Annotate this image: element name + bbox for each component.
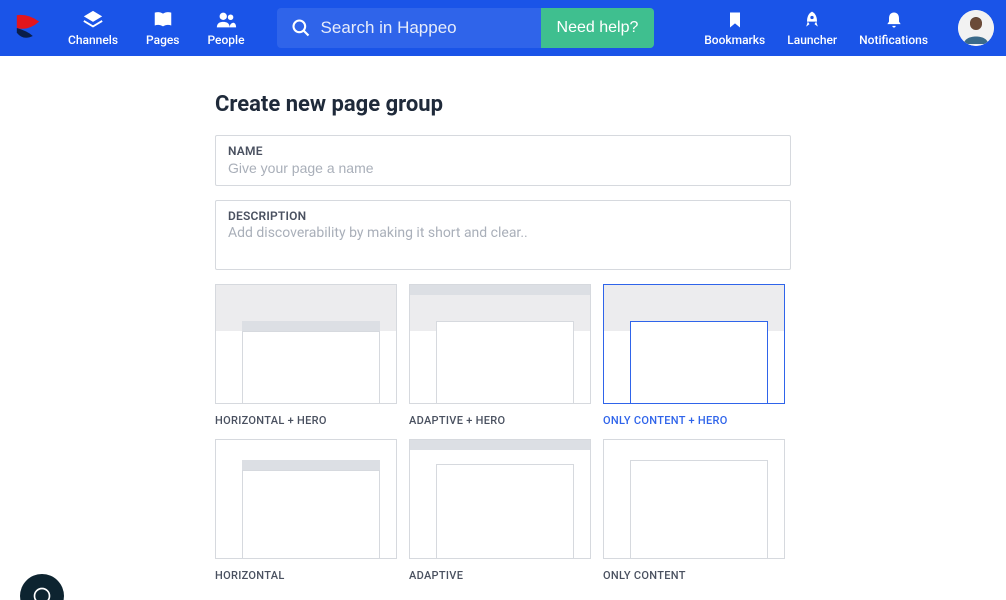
description-field-wrapper[interactable]: DESCRIPTION [215,200,791,270]
nav-label: Launcher [787,33,837,47]
people-icon [215,9,237,31]
template-preview [603,439,785,559]
template-label: HORIZONTAL + HERO [215,414,397,427]
template-horizontal[interactable]: HORIZONTAL [215,439,397,582]
template-label: ADAPTIVE + HERO [409,414,591,427]
nav-label: Channels [68,33,118,47]
nav-label: Pages [146,33,179,47]
nav-label: Bookmarks [704,33,765,47]
bell-icon [883,9,905,31]
nav-bookmarks[interactable]: Bookmarks [704,9,765,47]
help-button[interactable]: Need help? [541,8,655,48]
rocket-icon [801,9,823,31]
template-preview [409,284,591,404]
book-icon [152,9,174,31]
nav-label: People [207,33,244,47]
template-preview [215,284,397,404]
template-only-content-hero[interactable]: ONLY CONTENT + HERO [603,284,785,427]
search-icon [291,18,311,38]
secondary-nav: Bookmarks Launcher Notifications [704,9,994,47]
template-only-content[interactable]: ONLY CONTENT [603,439,785,582]
user-avatar[interactable] [958,10,994,46]
template-label: ADAPTIVE [409,569,591,582]
template-preview [215,439,397,559]
template-preview [409,439,591,559]
topbar: Channels Pages People Need help? Bookmar… [0,0,1006,56]
template-label: ONLY CONTENT + HERO [603,414,785,427]
template-horizontal-hero[interactable]: HORIZONTAL + HERO [215,284,397,427]
search-input[interactable] [311,18,541,38]
nav-channels[interactable]: Channels [68,9,118,47]
name-input[interactable] [228,158,778,176]
description-label: DESCRIPTION [228,209,778,223]
nav-notifications[interactable]: Notifications [859,9,928,47]
template-label: HORIZONTAL [215,569,397,582]
page-title: Create new page group [215,92,791,117]
main-content: Create new page group NAME DESCRIPTION H… [0,56,1006,582]
name-label: NAME [228,144,778,158]
nav-label: Notifications [859,33,928,47]
name-field-wrapper[interactable]: NAME [215,135,791,186]
description-input[interactable] [228,223,778,257]
app-logo[interactable] [12,12,44,44]
template-preview [603,284,785,404]
nav-pages[interactable]: Pages [146,9,179,47]
template-adaptive-hero[interactable]: ADAPTIVE + HERO [409,284,591,427]
nav-people[interactable]: People [207,9,244,47]
template-grid: HORIZONTAL + HERO ADAPTIVE + HERO ONLY C… [215,284,791,582]
search-container: Need help? [277,8,655,48]
bookmark-icon [724,9,746,31]
layers-icon [82,9,104,31]
primary-nav: Channels Pages People [68,9,245,47]
nav-launcher[interactable]: Launcher [787,9,837,47]
template-label: ONLY CONTENT [603,569,785,582]
template-adaptive[interactable]: ADAPTIVE [409,439,591,582]
